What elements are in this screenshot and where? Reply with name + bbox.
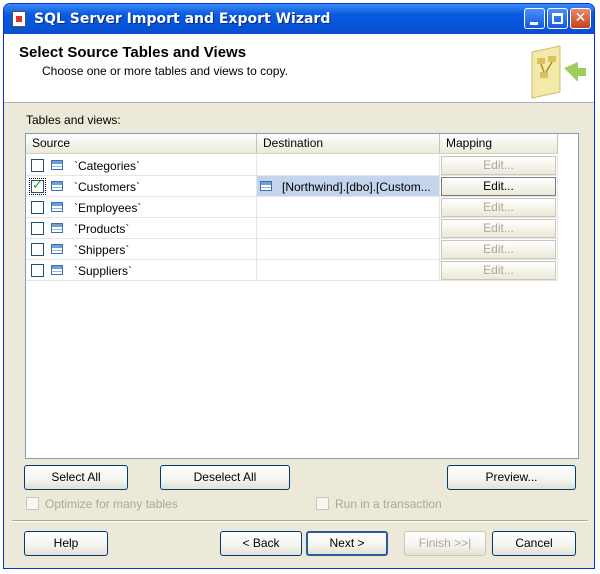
destination-cell[interactable] xyxy=(257,218,440,239)
edit-mappings-button[interactable]: Edit... xyxy=(441,261,556,280)
table-row[interactable]: `Customers` [Northwind].[dbo].[Custom...… xyxy=(26,176,578,197)
table-icon xyxy=(51,223,63,233)
destination-cell[interactable] xyxy=(257,155,440,176)
help-button[interactable]: Help xyxy=(24,531,108,556)
source-table-name: `Shippers` xyxy=(74,243,130,257)
table-icon xyxy=(51,160,63,170)
table-row[interactable]: `Suppliers` Edit... xyxy=(26,260,578,281)
tables-grid[interactable]: Source Destination Mapping `Categories` … xyxy=(25,133,579,459)
column-header-destination[interactable]: Destination xyxy=(257,134,440,154)
source-table-name: `Suppliers` xyxy=(74,264,133,278)
tables-and-views-label: Tables and views: xyxy=(26,113,121,127)
footer-divider xyxy=(12,520,588,522)
source-table-name: `Categories` xyxy=(74,159,141,173)
destination-table-name: [Northwind].[dbo].[Custom... xyxy=(282,180,431,194)
optimize-checkbox[interactable] xyxy=(26,497,39,510)
source-table-name: `Customers` xyxy=(74,180,141,194)
wizard-header: Select Source Tables and Views Choose on… xyxy=(4,34,594,103)
minimize-icon xyxy=(530,22,538,25)
row-checkbox[interactable] xyxy=(31,243,44,256)
optimize-label[interactable]: Optimize for many tables xyxy=(45,497,178,511)
table-row[interactable]: `Employees` Edit... xyxy=(26,197,578,218)
back-button[interactable]: < Back xyxy=(220,531,302,556)
edit-mappings-button[interactable]: Edit... xyxy=(441,177,556,196)
row-checkbox[interactable] xyxy=(31,201,44,214)
close-button[interactable]: ✕ xyxy=(570,8,591,29)
title-bar[interactable]: SQL Server Import and Export Wizard ✕ xyxy=(4,4,594,34)
destination-cell[interactable] xyxy=(257,197,440,218)
table-icon xyxy=(51,202,63,212)
edit-mappings-button[interactable]: Edit... xyxy=(441,219,556,238)
edit-mappings-button[interactable]: Edit... xyxy=(441,198,556,217)
run-in-transaction-checkbox[interactable] xyxy=(316,497,329,510)
minimize-button[interactable] xyxy=(524,8,545,29)
close-icon: ✕ xyxy=(574,10,587,26)
destination-cell[interactable] xyxy=(257,260,440,281)
deselect-all-button[interactable]: Deselect All xyxy=(160,465,290,490)
edit-mappings-button[interactable]: Edit... xyxy=(441,240,556,259)
maximize-button[interactable] xyxy=(547,8,568,29)
row-checkbox[interactable] xyxy=(31,222,44,235)
row-checkbox[interactable] xyxy=(31,159,44,172)
cancel-button[interactable]: Cancel xyxy=(492,531,576,556)
page-title: Select Source Tables and Views xyxy=(19,44,247,61)
table-row[interactable]: `Shippers` Edit... xyxy=(26,239,578,260)
table-row[interactable]: `Categories` Edit... xyxy=(26,155,578,176)
destination-cell[interactable]: [Northwind].[dbo].[Custom... xyxy=(257,176,440,197)
table-icon xyxy=(260,181,272,191)
finish-button[interactable]: Finish >>| xyxy=(404,531,486,556)
wizard-graphic-icon xyxy=(531,45,586,99)
table-icon xyxy=(51,181,63,191)
run-in-transaction-label[interactable]: Run in a transaction xyxy=(335,497,442,511)
row-checkbox[interactable] xyxy=(29,178,46,195)
wizard-window: SQL Server Import and Export Wizard ✕ Se… xyxy=(3,3,595,569)
preview-button[interactable]: Preview... xyxy=(447,465,576,490)
window-title: SQL Server Import and Export Wizard xyxy=(34,11,331,27)
destination-cell[interactable] xyxy=(257,239,440,260)
app-icon xyxy=(12,11,26,27)
edit-mappings-button[interactable]: Edit... xyxy=(441,156,556,175)
row-checkbox[interactable] xyxy=(31,264,44,277)
source-table-name: `Employees` xyxy=(74,201,142,215)
select-all-button[interactable]: Select All xyxy=(24,465,128,490)
maximize-icon xyxy=(552,13,563,24)
source-table-name: `Products` xyxy=(74,222,130,236)
table-row[interactable]: `Products` Edit... xyxy=(26,218,578,239)
column-header-source[interactable]: Source xyxy=(26,134,257,154)
next-button[interactable]: Next > xyxy=(306,531,388,556)
table-icon xyxy=(51,265,63,275)
column-header-mapping[interactable]: Mapping xyxy=(440,134,558,154)
page-subtitle: Choose one or more tables and views to c… xyxy=(42,64,288,78)
table-icon xyxy=(51,244,63,254)
